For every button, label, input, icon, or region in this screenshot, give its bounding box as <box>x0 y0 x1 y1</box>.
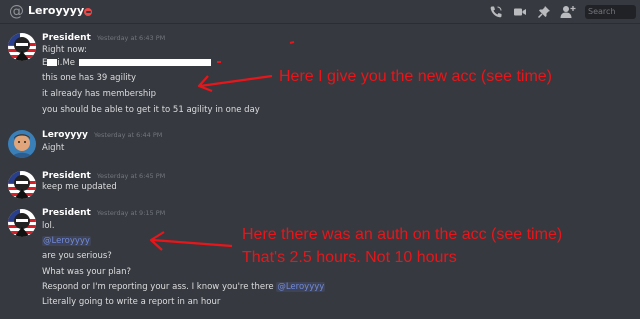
annotation-text: Here I give you the new acc (see time) <box>279 68 553 85</box>
annotation-stroke <box>289 41 295 44</box>
annotation-text: Here there was an auth on the acc (see t… <box>242 226 563 243</box>
annotation-overlay <box>149 41 295 251</box>
arrow-icon <box>151 238 233 248</box>
annotation-text: That's 2.5 hours. Not 10 hours <box>242 249 457 266</box>
arrow-icon <box>199 74 273 88</box>
